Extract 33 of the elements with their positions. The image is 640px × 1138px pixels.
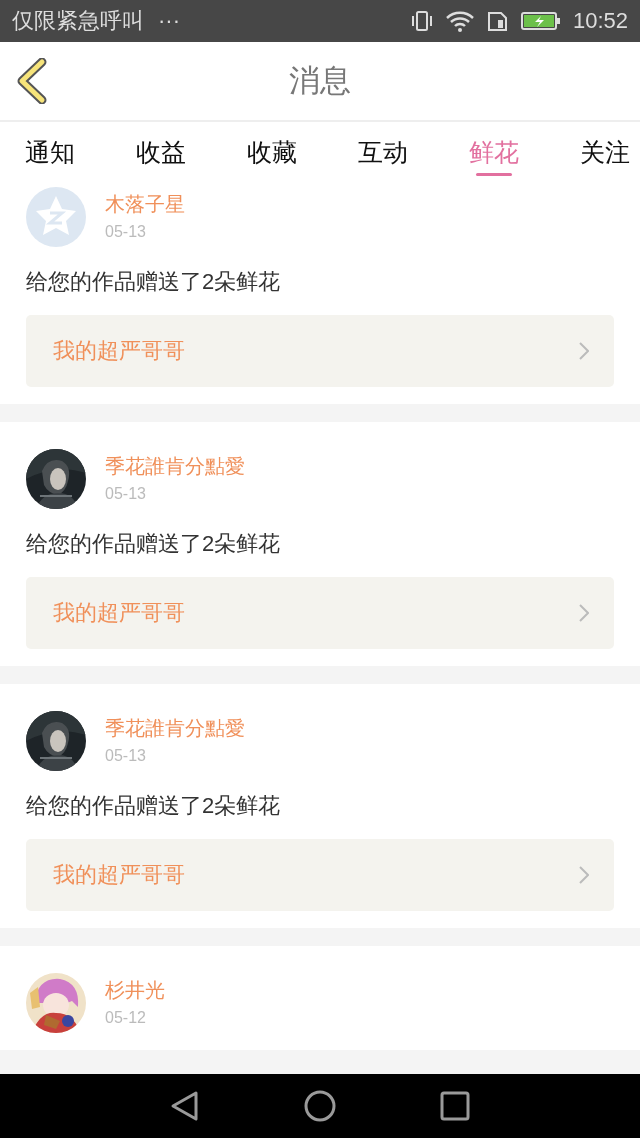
tab[interactable]: 关注 (580, 122, 630, 182)
message-date: 05-12 (105, 1008, 147, 1028)
back-nav-button[interactable] (170, 1090, 200, 1122)
battery-charging-icon (520, 11, 561, 31)
home-nav-button[interactable] (304, 1090, 336, 1122)
message-text: 给您的作品赠送了2朵鲜花 (26, 530, 282, 558)
back-button[interactable] (16, 58, 48, 104)
message-date: 05-13 (105, 484, 147, 504)
page-title: 消息 (289, 63, 351, 98)
recents-nav-button[interactable] (440, 1091, 470, 1121)
user-name: 木落子星 (105, 192, 185, 216)
back-chevron-icon (16, 58, 48, 104)
notification-text: 仅限紧急呼叫 (12, 7, 144, 35)
chevron-right-icon (579, 866, 589, 884)
vibrate-icon (410, 10, 433, 32)
message-date: 05-13 (105, 746, 147, 766)
user-name: 季花誰肯分點愛 (105, 454, 245, 478)
sim-card-icon (486, 10, 509, 32)
tab[interactable]: 通知 (25, 122, 75, 182)
user-name: 季花誰肯分點愛 (105, 716, 245, 740)
message-date: 05-13 (105, 222, 147, 242)
chevron-right-icon (579, 342, 589, 360)
tab[interactable]: 互动 (358, 122, 408, 182)
more-indicator: ··· (158, 8, 180, 34)
message-text: 给您的作品赠送了2朵鲜花 (26, 268, 282, 296)
tab[interactable]: 收益 (136, 122, 186, 182)
user-name: 杉井光 (105, 978, 165, 1002)
message-text: 给您的作品赠送了2朵鲜花 (26, 792, 282, 820)
tab[interactable]: 收藏 (247, 122, 297, 182)
default-avatar-icon (26, 187, 86, 247)
chevron-right-icon (579, 604, 589, 622)
wifi-icon (444, 10, 475, 32)
clock-time: 10:52 (572, 8, 628, 34)
